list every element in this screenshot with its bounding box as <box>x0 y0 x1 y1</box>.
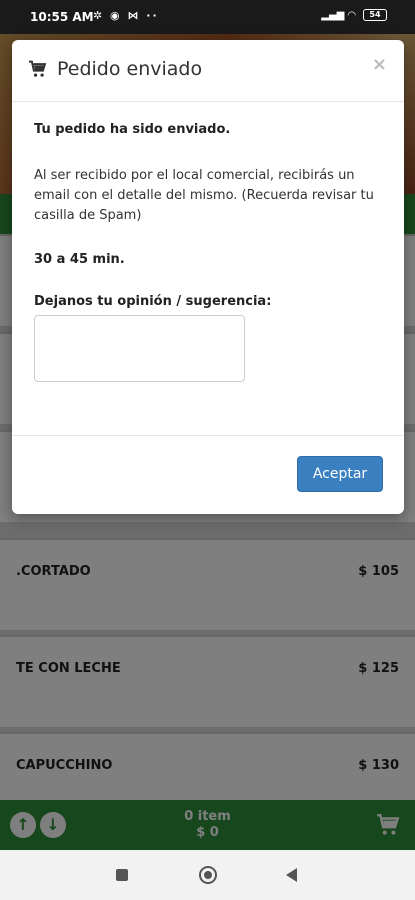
feedback-textarea[interactable] <box>34 315 245 382</box>
recents-icon[interactable] <box>116 869 128 881</box>
delivery-time: 30 a 45 min. <box>34 252 125 267</box>
close-icon[interactable]: × <box>372 54 387 75</box>
feedback-label: Dejanos tu opinión / sugerencia: <box>34 294 272 309</box>
shopping-cart-icon <box>28 60 47 77</box>
back-icon[interactable] <box>286 868 297 882</box>
dialog-header: Pedido enviado × <box>12 40 404 102</box>
order-info-message: Al ser recibido por el local comercial, … <box>34 168 374 223</box>
order-sent-message: Tu pedido ha sido enviado. <box>34 122 231 137</box>
status-time: 10:55 AM <box>30 10 94 24</box>
order-sent-dialog: Pedido enviado × Tu pedido ha sido envia… <box>12 40 404 514</box>
wifi-icon: ◠ <box>347 10 356 21</box>
signal-icon: ▂▄▆ <box>321 10 345 21</box>
battery-icon: 54 <box>363 9 387 21</box>
system-nav-bar <box>0 850 415 900</box>
dialog-footer: Aceptar <box>12 435 404 514</box>
dialog-title: Pedido enviado <box>57 58 203 80</box>
status-bar: 10:55 AM ✲ ◉ ⋈ ·· ▂▄▆ ◠ 54 <box>0 0 415 34</box>
accept-button[interactable]: Aceptar <box>297 456 383 492</box>
status-notification-icons: ✲ ◉ ⋈ ·· <box>93 9 159 22</box>
status-right-icons: ▂▄▆ ◠ 54 <box>321 9 387 21</box>
home-icon[interactable] <box>199 866 217 884</box>
